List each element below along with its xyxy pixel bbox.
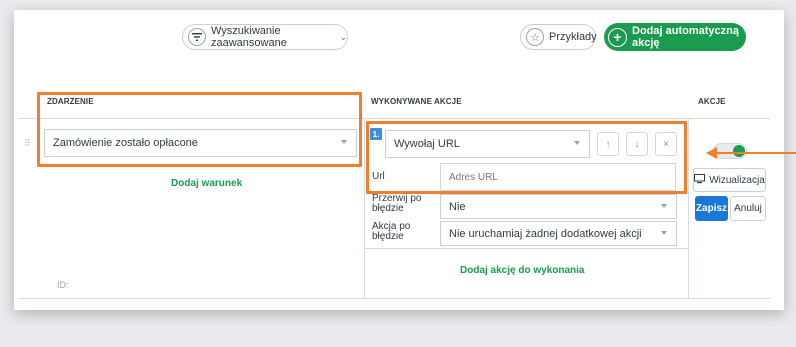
add-condition-link[interactable]: Dodaj warunek (171, 178, 242, 189)
star-icon: ☆ (526, 28, 544, 46)
advanced-search-label: Wyszukiwanie zaawansowane (211, 25, 287, 49)
add-automatic-action-label: Dodaj automatyczną akcję (632, 25, 739, 49)
stop-on-error-label: Przerwij po błędzie (372, 193, 422, 214)
row-divider (365, 248, 688, 249)
column-header-performed-actions: WYKONYWANE AKCJE (371, 97, 462, 106)
action-on-error-value: Nie uruchamiaj żadnej dodatkowej akcji (449, 227, 642, 240)
examples-label: Przykłady (549, 31, 597, 43)
column-divider (364, 118, 365, 299)
annotation-arrow (716, 152, 796, 154)
plus-icon: + (608, 27, 627, 47)
monitor-icon (694, 173, 706, 187)
cancel-button[interactable]: Anuluj (730, 196, 766, 221)
advanced-search-button[interactable]: Wyszukiwanie zaawansowane ⌄ (182, 24, 348, 50)
action-on-error-select[interactable]: Nie uruchamiaj żadnej dodatkowej akcji (440, 221, 677, 246)
chevron-down-icon: ⌄ (339, 31, 347, 42)
annotation-arrow-head (706, 147, 717, 159)
column-header-actions: AKCJE (698, 97, 726, 106)
event-select-value: Zamówienie zostało opłacone (53, 137, 198, 149)
save-button[interactable]: Zapisz (695, 196, 728, 221)
event-select[interactable]: Zamówienie zostało opłacone (44, 129, 357, 157)
active-toggle[interactable] (713, 143, 747, 159)
add-automatic-action-button[interactable]: + Dodaj automatyczną akcję (604, 23, 746, 51)
column-divider (688, 118, 689, 299)
examples-button[interactable]: ☆ Przykłady (520, 24, 597, 50)
preview-button[interactable]: Wizualizacja (693, 168, 766, 192)
preview-label: Wizualizacja (709, 174, 765, 186)
caret-down-icon (661, 231, 667, 235)
stop-on-error-value: Nie (449, 200, 466, 213)
drag-handle-icon[interactable]: ⠿ (24, 138, 31, 149)
caret-down-icon (661, 204, 667, 208)
event-id-label: ID: (57, 280, 69, 290)
filter-icon (188, 28, 206, 46)
table-bottom-divider (18, 298, 770, 299)
add-action-link[interactable]: Dodaj akcję do wykonania (460, 265, 584, 276)
caret-down-icon (341, 140, 347, 144)
action-highlight (366, 121, 687, 194)
stop-on-error-select[interactable]: Nie (440, 194, 677, 219)
action-on-error-label: Akcja po błędzie (372, 221, 411, 242)
toggle-knob (733, 145, 745, 157)
